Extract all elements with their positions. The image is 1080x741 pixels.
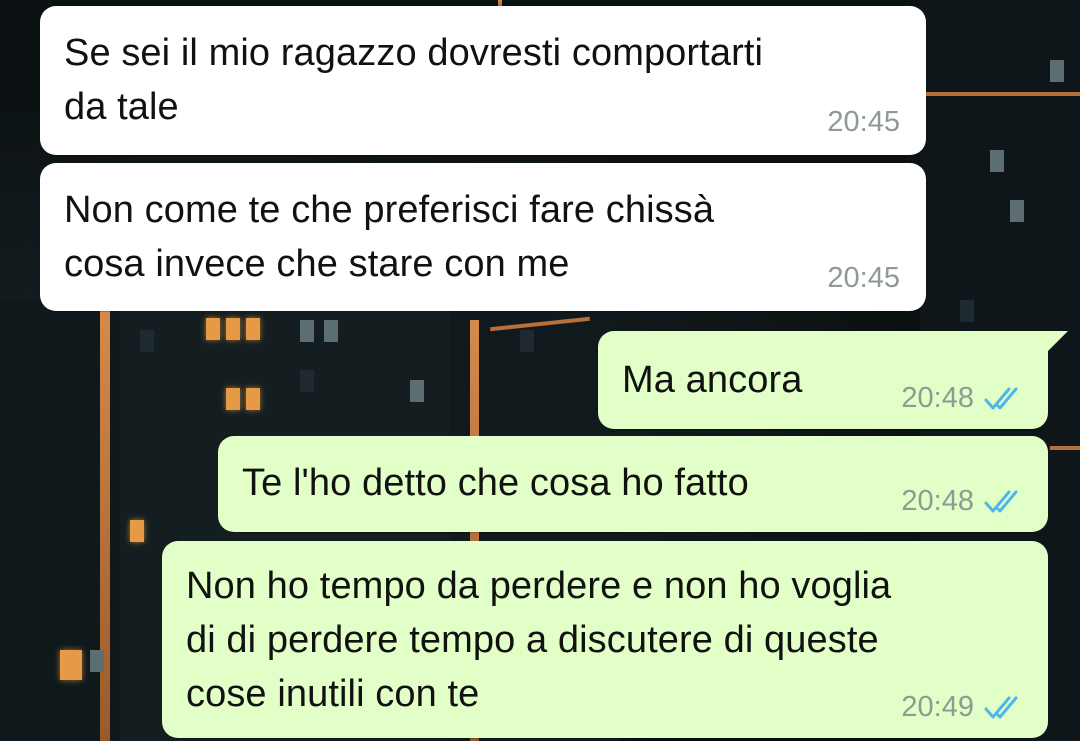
double-check-icon: [984, 695, 1024, 721]
double-check-icon: [984, 386, 1024, 412]
message-text: Ma ancora: [622, 359, 803, 401]
message-timestamp: 20:48: [901, 382, 974, 414]
message-bubble-outgoing[interactable]: Ma ancora 20:48: [598, 331, 1068, 429]
message-meta: 20:45: [827, 106, 900, 139]
message-timestamp: 20:49: [901, 691, 974, 723]
message-meta: 20:48: [901, 485, 1024, 518]
message-bubble-incoming[interactable]: Non come te che preferisci fare chissà c…: [40, 163, 926, 311]
message-timestamp: 20:48: [901, 485, 974, 517]
message-meta: 20:49: [901, 691, 1024, 724]
message-text: Non come te che preferisci fare chissà c…: [64, 189, 715, 285]
message-meta: 20:45: [827, 262, 900, 295]
message-bubble-incoming[interactable]: Se sei il mio ragazzo dovresti comportar…: [40, 6, 926, 155]
message-bubble-outgoing[interactable]: Non ho tempo da perdere e non ho voglia …: [162, 541, 1048, 738]
message-meta: 20:48: [901, 382, 1024, 415]
message-timestamp: 20:45: [827, 262, 900, 294]
message-text: Non ho tempo da perdere e non ho voglia …: [186, 565, 892, 715]
message-bubble-outgoing[interactable]: Te l'ho detto che cosa ho fatto 20:48: [218, 436, 1048, 532]
message-text: Se sei il mio ragazzo dovresti comportar…: [64, 32, 764, 128]
bubble-tail: [1046, 331, 1068, 353]
message-text: Te l'ho detto che cosa ho fatto: [242, 462, 749, 504]
double-check-icon: [984, 489, 1024, 515]
message-timestamp: 20:45: [827, 106, 900, 138]
